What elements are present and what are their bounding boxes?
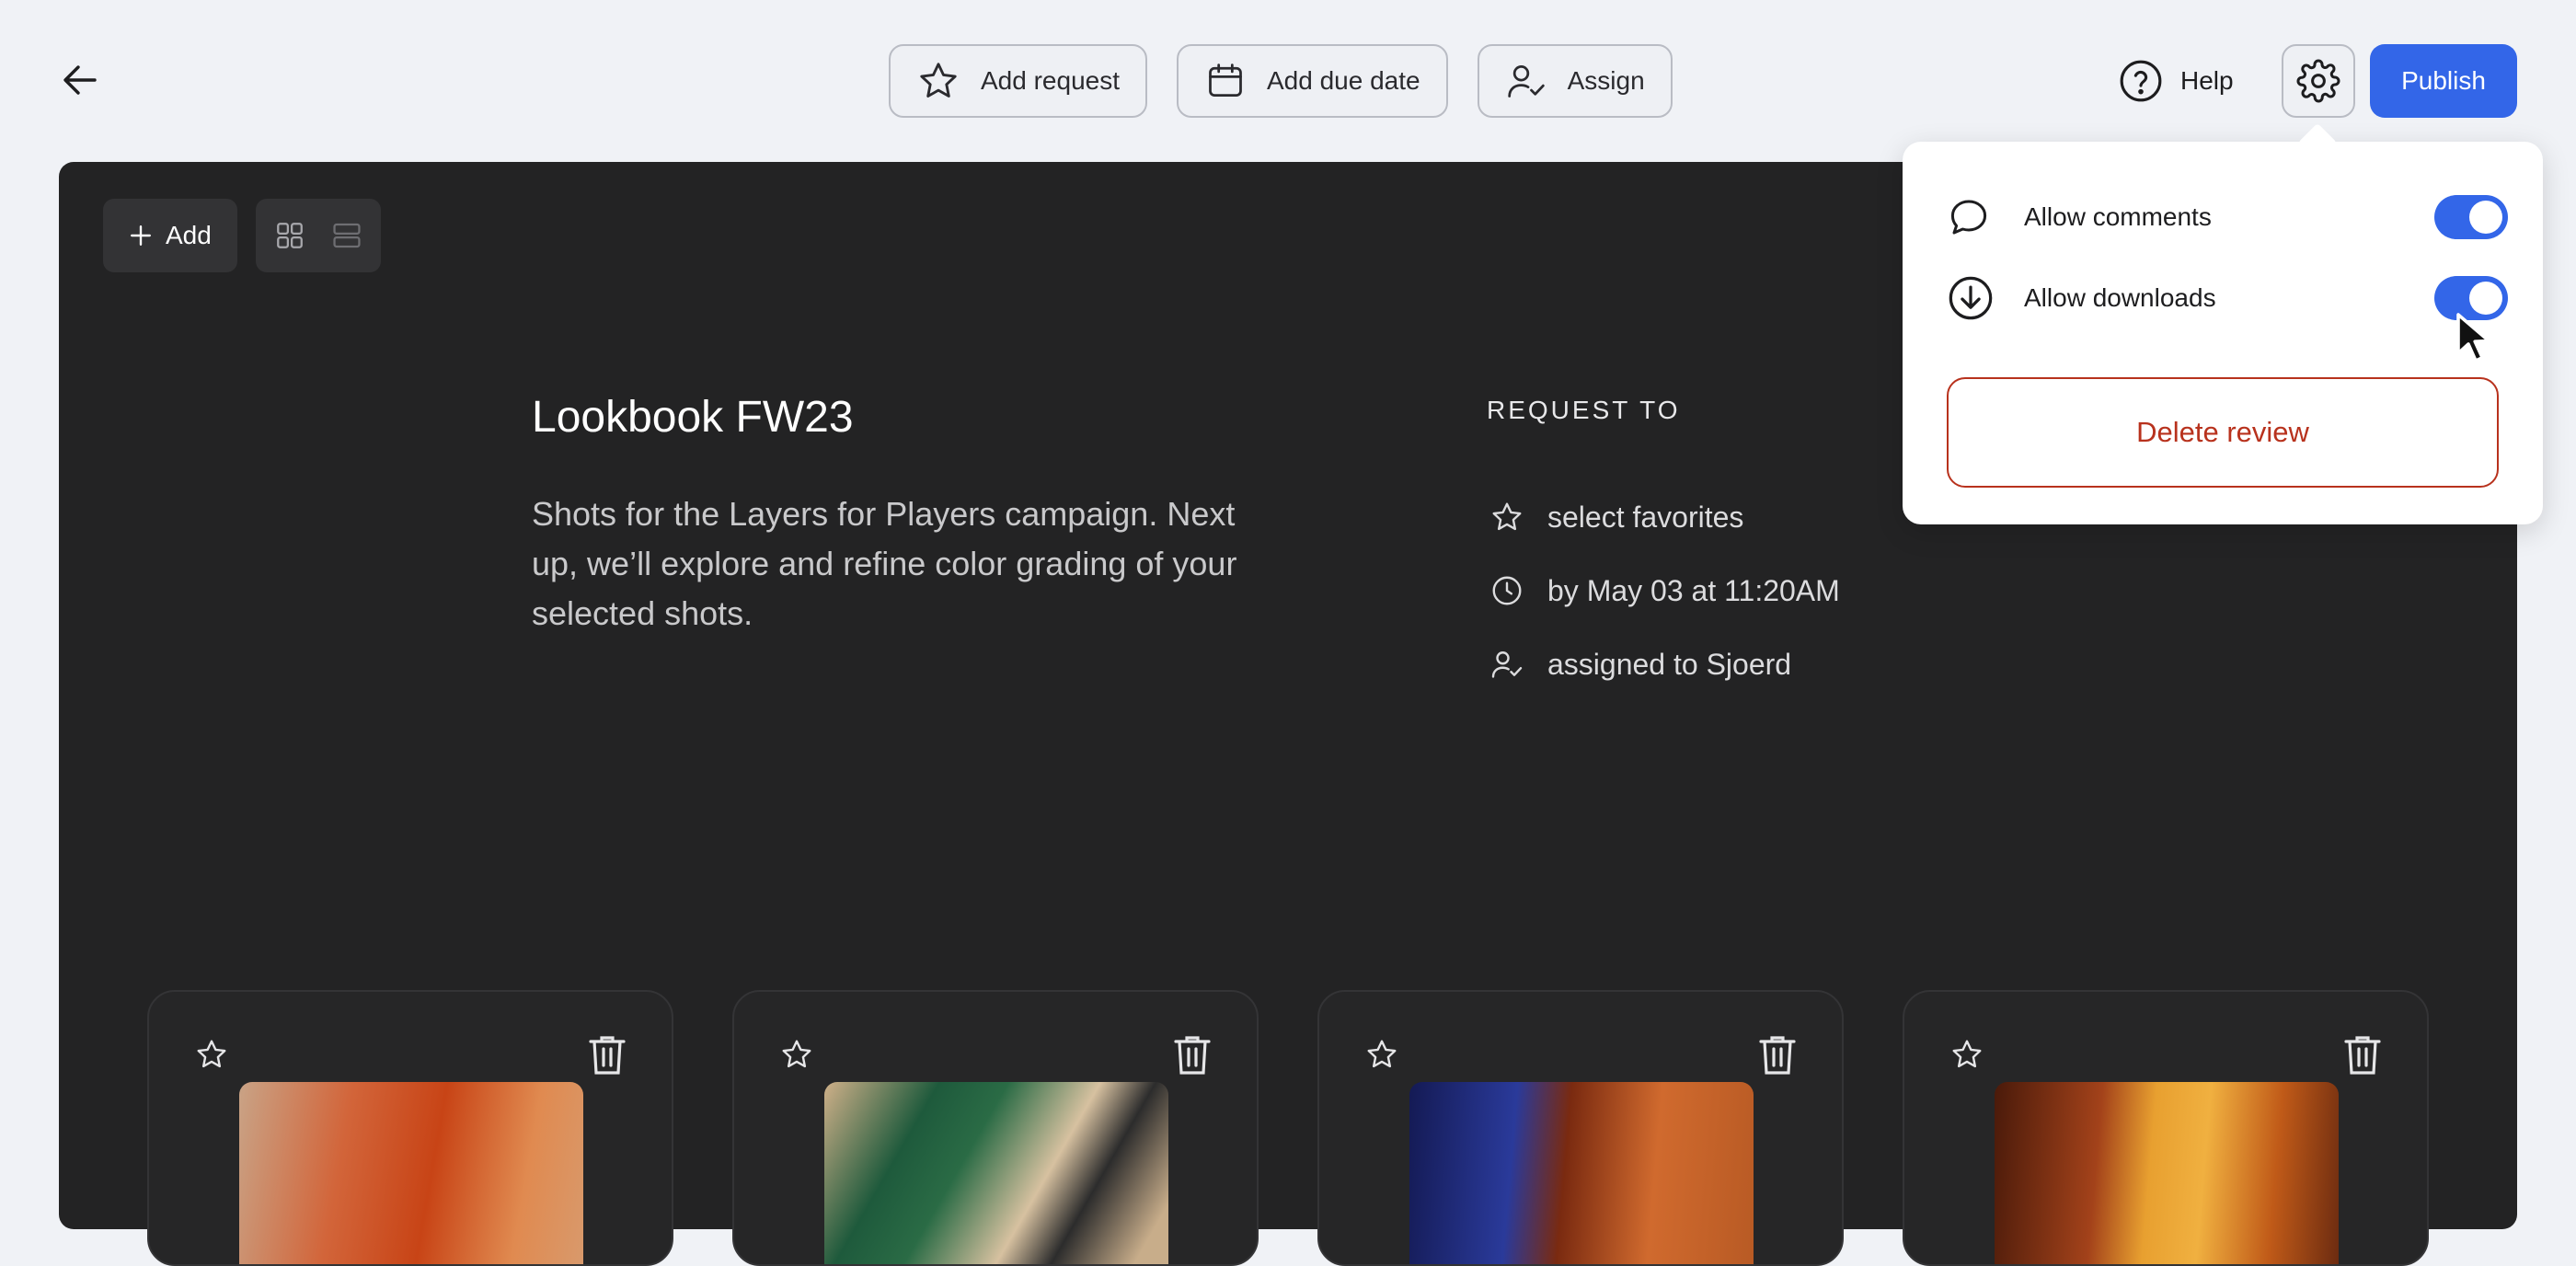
- star-icon: [1492, 502, 1522, 531]
- add-button[interactable]: Add: [103, 199, 237, 272]
- delete-image-button[interactable]: [587, 1032, 627, 1081]
- star-icon: [197, 1040, 226, 1068]
- delete-image-button[interactable]: [1757, 1032, 1798, 1081]
- add-due-date-label: Add due date: [1267, 66, 1420, 95]
- request-item-due-date: by May 03 at 11:20AM: [1490, 554, 1840, 627]
- allow-comments-row: Allow comments: [1947, 190, 2508, 245]
- request-heading: REQUEST TO: [1487, 396, 1681, 424]
- arrow-left-icon: [63, 65, 97, 95]
- review-title: Lookbook FW23: [532, 393, 854, 442]
- grid-view-icon: [276, 223, 303, 248]
- download-icon: [1949, 276, 1993, 320]
- add-label: Add: [166, 221, 212, 249]
- view-mode-toggle: [255, 199, 381, 272]
- image-thumbnail[interactable]: [1995, 1082, 2339, 1264]
- mouse-pointer-icon: [2456, 313, 2491, 363]
- settings-button[interactable]: [2282, 44, 2355, 118]
- trash-icon: [2344, 1036, 2381, 1075]
- help-label: Help: [2180, 66, 2234, 95]
- add-request-button[interactable]: Add request: [889, 44, 1147, 118]
- favorite-button[interactable]: [1950, 1038, 1984, 1076]
- allow-downloads-row: Allow downloads: [1947, 270, 2508, 326]
- list-view-icon: [333, 223, 361, 248]
- back-button[interactable]: [57, 57, 103, 103]
- user-check-icon: [1491, 651, 1523, 678]
- user-check-icon: [1507, 65, 1545, 98]
- toggle-knob: [2469, 201, 2502, 234]
- settings-popover: Allow comments Allow downloads Delete re…: [1903, 142, 2543, 524]
- request-item-text: select favorites: [1547, 500, 1744, 534]
- publish-button[interactable]: Publish: [2370, 44, 2517, 118]
- delete-image-button[interactable]: [2342, 1032, 2383, 1081]
- assign-label: Assign: [1567, 66, 1645, 95]
- image-card[interactable]: [732, 990, 1259, 1266]
- trash-icon: [1759, 1036, 1796, 1075]
- clock-icon: [1492, 576, 1522, 605]
- request-item-text: assigned to Sjoerd: [1547, 647, 1792, 681]
- canvas-toolbar: Add: [103, 199, 381, 272]
- plus-icon: [131, 225, 151, 246]
- star-icon: [920, 63, 957, 98]
- assign-button[interactable]: Assign: [1477, 44, 1673, 118]
- allow-comments-label: Allow comments: [2024, 202, 2212, 231]
- image-thumbnail[interactable]: [239, 1082, 583, 1264]
- help-icon: [2120, 60, 2162, 102]
- star-icon: [1367, 1040, 1397, 1068]
- add-request-label: Add request: [981, 66, 1120, 95]
- comment-icon: [1950, 200, 1987, 235]
- request-item-assignee: assigned to Sjoerd: [1490, 627, 1840, 701]
- grid-view-button[interactable]: [274, 220, 305, 251]
- review-description: Shots for the Layers for Players campaig…: [532, 495, 1237, 632]
- image-card[interactable]: [147, 990, 673, 1266]
- gear-icon: [2296, 59, 2340, 103]
- favorite-button[interactable]: [1365, 1038, 1398, 1076]
- list-view-button[interactable]: [331, 220, 362, 251]
- image-thumbnail[interactable]: [824, 1082, 1168, 1264]
- calendar-icon: [1209, 63, 1242, 97]
- favorite-button[interactable]: [195, 1038, 228, 1076]
- image-thumbnail[interactable]: [1409, 1082, 1754, 1264]
- favorite-button[interactable]: [780, 1038, 813, 1076]
- help-button[interactable]: Help: [2118, 57, 2234, 105]
- image-grid: [147, 990, 2429, 1266]
- top-actions: Add request Add due date Assign: [889, 44, 1673, 118]
- image-card[interactable]: [1903, 990, 2429, 1266]
- image-card[interactable]: [1317, 990, 1844, 1266]
- star-icon: [782, 1040, 811, 1068]
- request-list: select favorites by May 03 at 11:20AM as…: [1490, 480, 1840, 701]
- request-item-favorites: select favorites: [1490, 480, 1840, 554]
- trash-icon: [589, 1036, 626, 1075]
- request-item-text: by May 03 at 11:20AM: [1547, 573, 1840, 607]
- toggle-knob: [2469, 282, 2502, 315]
- delete-image-button[interactable]: [1172, 1032, 1213, 1081]
- add-due-date-button[interactable]: Add due date: [1177, 44, 1448, 118]
- allow-downloads-label: Allow downloads: [2024, 283, 2216, 312]
- star-icon: [1952, 1040, 1982, 1068]
- publish-label: Publish: [2401, 66, 2486, 95]
- trash-icon: [1174, 1036, 1211, 1075]
- delete-review-label: Delete review: [2136, 416, 2309, 448]
- delete-review-button[interactable]: Delete review: [1947, 377, 2499, 488]
- allow-comments-toggle[interactable]: [2434, 195, 2508, 239]
